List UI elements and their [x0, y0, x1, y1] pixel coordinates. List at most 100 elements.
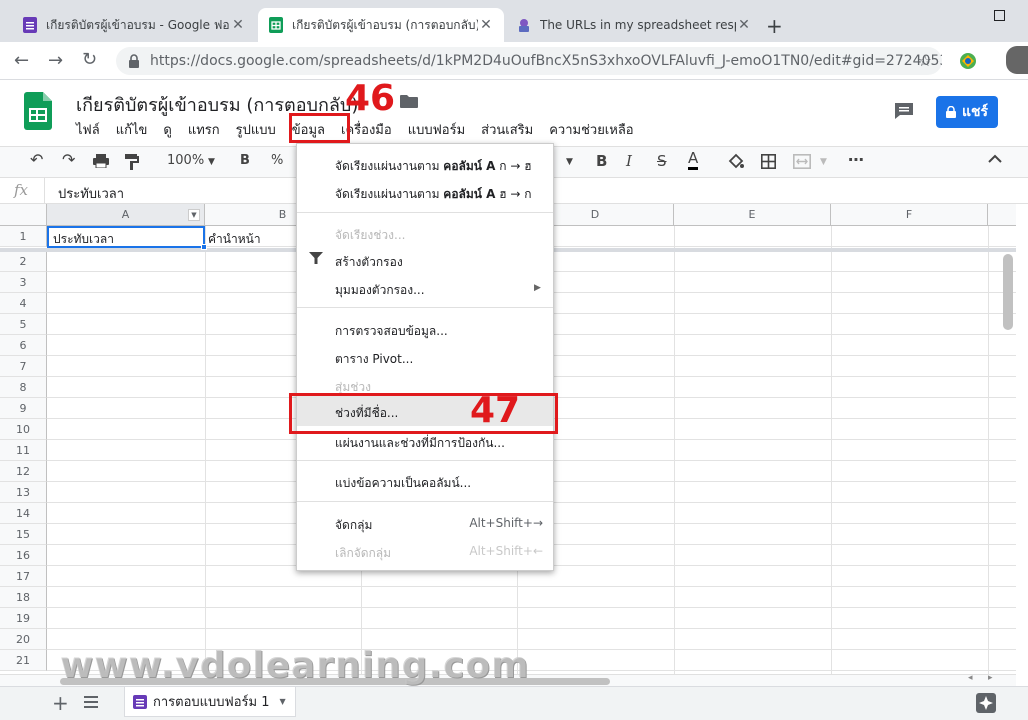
fill-color-icon[interactable] — [728, 153, 744, 169]
tab-sheets[interactable]: เกียรติบัตรผู้เข้าอบรม (การตอบกลับ) - ✕ — [258, 8, 504, 42]
italic-icon[interactable]: I — [626, 152, 632, 170]
menu-item-group[interactable]: จัดกลุ่ม — [335, 516, 372, 535]
filter-dropdown-icon[interactable]: ▼ — [188, 209, 200, 221]
text-color-icon[interactable]: A — [688, 150, 699, 170]
explore-icon[interactable] — [976, 693, 996, 713]
select-all-corner[interactable] — [0, 204, 47, 226]
comment-icon[interactable] — [894, 102, 914, 120]
menu-format[interactable]: รูปแบบ — [236, 119, 276, 139]
tab-forms[interactable]: เกียรติบัตรผู้เข้าอบรม - Google ฟอร์ม ✕ — [12, 8, 256, 42]
forward-icon[interactable]: → — [48, 50, 63, 71]
menu-item-label: ฮ → ก — [495, 187, 532, 201]
row-header[interactable]: 16 — [0, 545, 47, 566]
column-header-a[interactable]: A ▼ — [47, 204, 205, 226]
row-header[interactable]: 4 — [0, 293, 47, 314]
row-header[interactable]: 8 — [0, 377, 47, 398]
print-icon[interactable] — [93, 154, 109, 168]
sheet-tab-responses[interactable]: การตอบแบบฟอร์ม 1 ▼ — [124, 687, 296, 717]
vertical-scrollbar[interactable] — [1003, 254, 1013, 330]
row-header[interactable]: 12 — [0, 461, 47, 482]
row-header[interactable]: 9 — [0, 398, 47, 419]
row-header[interactable]: 21 — [0, 650, 47, 671]
menu-insert[interactable]: แทรก — [188, 119, 220, 139]
row-header[interactable]: 20 — [0, 629, 47, 650]
redo-icon[interactable]: ↷ — [62, 150, 75, 169]
menu-help[interactable]: ความช่วยเหลือ — [549, 119, 633, 139]
all-sheets-icon[interactable] — [84, 696, 98, 708]
avatar[interactable] — [1006, 46, 1028, 74]
sheets-logo-icon[interactable] — [24, 92, 52, 130]
watermark: www.vdolearning.com — [60, 645, 530, 686]
row-header[interactable]: 10 — [0, 419, 47, 440]
menu-item-split-text[interactable]: แบ่งข้อความเป็นคอลัมน์... — [335, 474, 471, 493]
tab-urls[interactable]: The URLs in my spreadsheet resp ✕ — [506, 8, 762, 42]
menu-item-filter-views[interactable]: มุมมองตัวกรอง... — [335, 281, 425, 300]
maximize-window-button[interactable] — [994, 10, 1005, 21]
strikethrough-icon[interactable]: S — [657, 152, 667, 170]
row-header[interactable]: 2 — [0, 251, 47, 272]
menu-file[interactable]: ไฟล์ — [76, 119, 100, 139]
row-header[interactable]: 14 — [0, 503, 47, 524]
bold-icon[interactable]: B — [596, 152, 607, 170]
menu-item-protected-ranges[interactable]: แผ่นงานและช่วงที่มีการป้องกัน... — [335, 434, 505, 453]
column-header-e[interactable]: E — [674, 204, 831, 226]
column-label: E — [748, 208, 756, 221]
cell-b1[interactable]: คำนำหน้า — [208, 230, 261, 249]
annotation-step-46: 46 — [345, 78, 396, 119]
collapse-icon[interactable] — [988, 154, 1002, 164]
scroll-left-icon[interactable]: ◂ — [968, 673, 973, 683]
chevron-down-icon[interactable]: ▼ — [820, 157, 827, 167]
menu-divider — [297, 501, 553, 502]
chevron-down-icon[interactable]: ▼ — [280, 697, 286, 706]
menu-item-sort-a-z[interactable]: จัดเรียงแผ่นงานตาม คอลัมน์ A ก → ฮ — [335, 157, 532, 176]
paint-format-icon[interactable] — [125, 154, 139, 170]
row-header[interactable]: 15 — [0, 524, 47, 545]
address-bar[interactable]: https://docs.google.com/spreadsheets/d/1… — [116, 47, 942, 75]
row-header[interactable]: 13 — [0, 482, 47, 503]
percent-button[interactable]: % — [271, 153, 283, 168]
undo-icon[interactable]: ↶ — [30, 150, 43, 169]
row-header[interactable]: 18 — [0, 587, 47, 608]
column-header-f[interactable]: F — [831, 204, 988, 226]
borders-icon[interactable] — [761, 154, 776, 169]
more-icon[interactable]: ⋯ — [848, 150, 864, 169]
formula-input[interactable]: ประทับเวลา — [58, 183, 124, 204]
close-icon[interactable]: ✕ — [736, 17, 752, 33]
menu-addons[interactable]: ส่วนเสริม — [481, 119, 533, 139]
row-header[interactable]: 3 — [0, 272, 47, 293]
new-tab-button[interactable]: + — [766, 14, 783, 38]
close-icon[interactable]: ✕ — [478, 17, 494, 33]
menu-edit[interactable]: แก้ไข — [116, 119, 148, 139]
folder-icon[interactable] — [400, 94, 418, 108]
row-header[interactable]: 5 — [0, 314, 47, 335]
merge-cells-icon[interactable] — [793, 154, 811, 169]
menu-item-data-validation[interactable]: การตรวจสอบข้อมูล... — [335, 322, 448, 341]
scroll-right-icon[interactable]: ▸ — [988, 673, 993, 683]
fill-handle[interactable] — [201, 244, 207, 250]
share-button[interactable]: แชร์ — [936, 96, 998, 128]
menu-bar: ไฟล์ แก้ไข ดู แทรก รูปแบบ ข้อมูล เครื่อง… — [76, 119, 650, 139]
chevron-down-icon[interactable]: ▼ — [208, 157, 215, 167]
browser-tab-strip: เกียรติบัตรผู้เข้าอบรม - Google ฟอร์ม ✕ … — [0, 0, 1028, 42]
menu-item-create-filter[interactable]: สร้างตัวกรอง — [335, 253, 403, 272]
cell-a1[interactable]: ประทับเวลา — [47, 226, 205, 248]
row-header[interactable]: 7 — [0, 356, 47, 377]
add-sheet-button[interactable]: + — [52, 691, 69, 715]
close-icon[interactable]: ✕ — [230, 17, 246, 33]
star-icon[interactable]: ☆ — [918, 51, 932, 70]
bold-button[interactable]: B — [240, 153, 250, 168]
menu-view[interactable]: ดู — [163, 119, 171, 139]
row-header[interactable]: 6 — [0, 335, 47, 356]
chevron-down-icon[interactable]: ▼ — [566, 157, 573, 167]
row-header[interactable]: 19 — [0, 608, 47, 629]
menu-form[interactable]: แบบฟอร์ม — [408, 119, 465, 139]
zoom-select[interactable]: 100% — [167, 153, 204, 168]
row-header[interactable]: 17 — [0, 566, 47, 587]
back-icon[interactable]: ← — [14, 50, 29, 71]
row-header[interactable]: 11 — [0, 440, 47, 461]
reload-icon[interactable]: ↻ — [82, 49, 97, 70]
menu-item-pivot-table[interactable]: ตาราง Pivot... — [335, 350, 413, 369]
extension-icon[interactable] — [958, 51, 978, 71]
row-header[interactable]: 1 — [0, 226, 47, 247]
menu-item-sort-z-a[interactable]: จัดเรียงแผ่นงานตาม คอลัมน์ A ฮ → ก — [335, 185, 532, 204]
